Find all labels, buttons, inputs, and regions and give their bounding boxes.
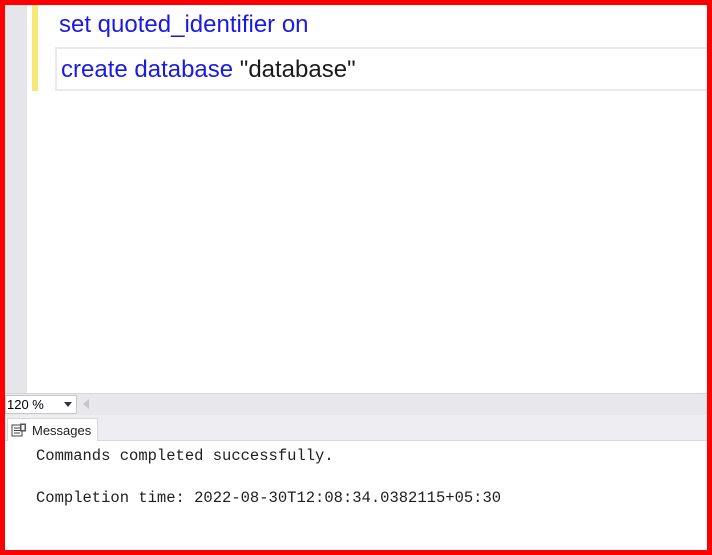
message-line: Commands completed successfully.	[36, 447, 334, 465]
results-tabs: Messages	[5, 415, 707, 441]
change-marker-line-2	[32, 45, 38, 91]
editor-gutter	[5, 5, 27, 393]
message-line: Completion time: 2022-08-30T12:08:34.038…	[36, 489, 502, 507]
zoom-value: 120 %	[7, 397, 44, 412]
editor-status-row: 120 %	[5, 393, 707, 415]
screenshot-frame: set quoted_identifier on create database…	[0, 0, 712, 555]
scroll-left-arrow-icon[interactable]	[83, 399, 89, 409]
change-marker-line-1	[32, 5, 38, 45]
code-keyword: set quoted_identifier on	[59, 11, 309, 38]
query-editor[interactable]: set quoted_identifier on create database…	[5, 5, 707, 393]
chevron-down-icon[interactable]	[64, 402, 72, 407]
code-identifier: "database"	[239, 56, 356, 83]
tab-messages-label: Messages	[32, 422, 92, 438]
tab-messages[interactable]: Messages	[7, 418, 99, 441]
code-keyword: create database	[61, 56, 240, 83]
zoom-dropdown[interactable]: 120 %	[5, 395, 77, 414]
messages-icon	[11, 423, 27, 437]
code-line-1[interactable]: set quoted_identifier on	[59, 5, 309, 45]
messages-panel[interactable]: Commands completed successfully. Complet…	[5, 441, 707, 550]
code-line-2-current[interactable]: create database "database"	[55, 47, 707, 91]
